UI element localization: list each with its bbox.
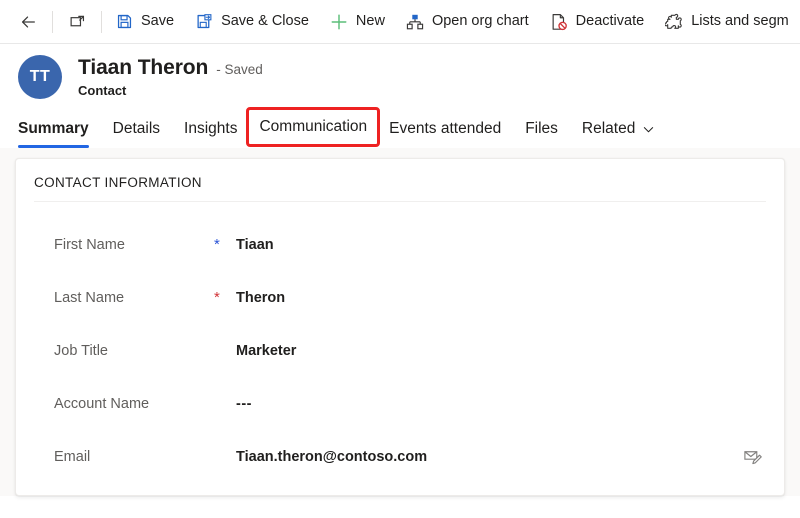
contact-information-card: CONTACT INFORMATION First Name * Tiaan L… — [15, 158, 785, 496]
field-label-job-title: Job Title — [54, 342, 108, 359]
save-floppy-icon — [114, 12, 134, 32]
record-header: TT Tiaan Theron - Saved Contact — [0, 44, 800, 106]
tab-strip: Summary Details Insights Communication E… — [0, 106, 800, 148]
tab-details-label: Details — [112, 120, 161, 137]
tab-communication-label: Communication — [259, 118, 368, 135]
field-value-first-name[interactable]: Tiaan — [236, 237, 764, 253]
form-canvas: CONTACT INFORMATION First Name * Tiaan L… — [0, 148, 800, 496]
save-button-label: Save — [141, 13, 175, 30]
org-chart-icon — [405, 12, 425, 32]
open-org-chart-button[interactable]: Open org chart — [395, 2, 539, 42]
tab-related[interactable]: Related — [570, 110, 666, 148]
field-value-account-name[interactable]: --- — [236, 396, 764, 412]
compose-email-icon[interactable] — [740, 445, 764, 469]
open-in-new-window-button[interactable] — [55, 2, 99, 42]
tab-communication[interactable]: Communication — [246, 107, 381, 147]
command-bar-divider-1 — [52, 10, 53, 33]
field-label-account-name: Account Name — [54, 395, 150, 412]
avatar: TT — [18, 55, 62, 99]
back-button[interactable] — [6, 2, 50, 42]
field-list: First Name * Tiaan Last Name * Theron Jo… — [16, 202, 784, 483]
record-entity-type: Contact — [78, 83, 127, 98]
recommended-asterisk-first-name: * — [214, 236, 220, 253]
deactivate-button[interactable]: Deactivate — [539, 2, 655, 42]
section-header-contact-information: CONTACT INFORMATION — [34, 175, 202, 190]
field-label-last-name: Last Name — [54, 289, 125, 306]
required-asterisk-last-name: * — [214, 289, 220, 306]
tab-insights-label: Insights — [184, 120, 238, 137]
avatar-initials: TT — [29, 68, 51, 85]
page-title: Tiaan Theron — [78, 56, 209, 79]
save-and-close-button[interactable]: Save & Close — [184, 2, 319, 42]
field-label-first-name: First Name — [54, 236, 125, 253]
field-row-email[interactable]: Email Tiaan.theron@contoso.com — [16, 430, 784, 483]
field-value-email[interactable]: Tiaan.theron@contoso.com — [236, 449, 740, 465]
save-button[interactable]: Save — [104, 2, 184, 42]
lists-and-segments-label: Lists and segm — [691, 13, 789, 30]
command-bar: Save Save & Close New Open org chart Dea… — [0, 0, 800, 44]
new-button-label: New — [355, 13, 385, 30]
tab-events-attended-label: Events attended — [389, 120, 502, 137]
field-label-email: Email — [54, 448, 91, 465]
tab-details[interactable]: Details — [101, 110, 172, 148]
tab-events-attended[interactable]: Events attended — [377, 110, 513, 148]
field-row-account-name[interactable]: Account Name --- — [16, 377, 784, 430]
field-row-last-name[interactable]: Last Name * Theron — [16, 271, 784, 324]
field-row-first-name[interactable]: First Name * Tiaan — [16, 218, 784, 271]
field-row-job-title[interactable]: Job Title Marketer — [16, 324, 784, 377]
tab-related-label: Related — [581, 120, 636, 137]
save-and-close-label: Save & Close — [221, 13, 309, 30]
field-value-job-title[interactable]: Marketer — [236, 343, 764, 359]
deactivate-label: Deactivate — [575, 13, 645, 30]
tab-files[interactable]: Files — [513, 110, 570, 148]
tab-insights[interactable]: Insights — [172, 110, 249, 148]
open-org-chart-label: Open org chart — [431, 13, 529, 30]
tab-summary[interactable]: Summary — [18, 110, 101, 148]
save-close-icon — [194, 12, 214, 32]
tab-files-label: Files — [525, 120, 558, 137]
popout-window-icon — [67, 12, 87, 32]
command-bar-divider-2 — [101, 10, 102, 33]
contact-record-page: Save Save & Close New Open org chart Dea… — [0, 0, 800, 518]
new-button[interactable]: New — [319, 2, 395, 42]
tab-summary-label: Summary — [18, 120, 89, 137]
save-status-text: - Saved — [216, 62, 263, 77]
lists-and-segments-button[interactable]: Lists and segm — [654, 2, 799, 42]
back-arrow-icon — [18, 12, 38, 32]
chevron-down-icon — [643, 124, 654, 135]
plus-icon — [329, 12, 349, 32]
record-title-row: Tiaan Theron - Saved — [78, 56, 263, 80]
field-value-last-name[interactable]: Theron — [236, 290, 764, 306]
deactivate-icon — [549, 12, 569, 32]
record-title-block: Tiaan Theron - Saved Contact — [78, 56, 263, 98]
lists-segments-icon — [664, 12, 684, 32]
